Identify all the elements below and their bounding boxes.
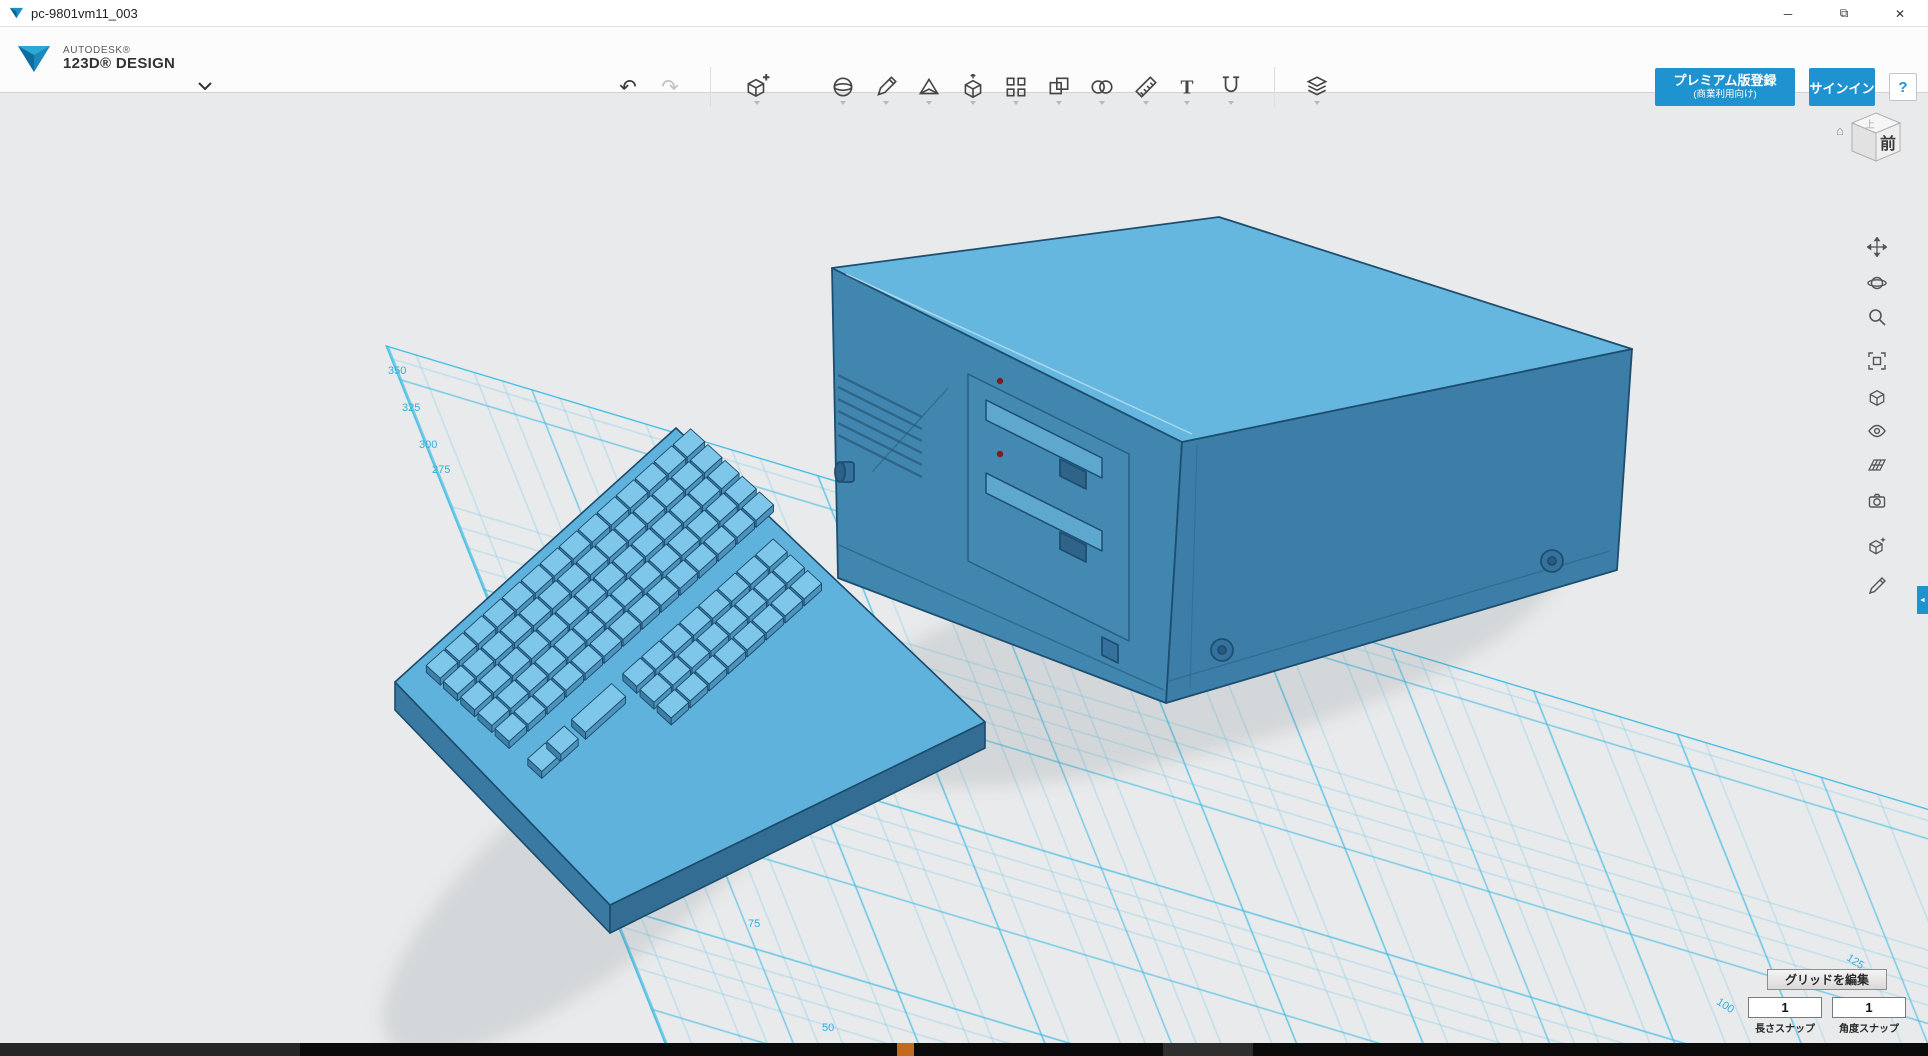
zoom-button[interactable] <box>1862 302 1892 332</box>
undo-button[interactable]: ↶ <box>610 69 646 105</box>
toolbar-separator <box>710 67 711 107</box>
add-primitive-icon <box>744 74 770 100</box>
sketch-button[interactable] <box>868 69 904 105</box>
edit-grid-button[interactable]: グリッドを編集 <box>1767 969 1887 990</box>
shading-cube-icon <box>1867 388 1887 408</box>
grouping-icon <box>1046 74 1072 100</box>
primitives-button[interactable] <box>825 69 861 105</box>
grid-label: 300 <box>419 439 437 451</box>
pattern-button[interactable] <box>998 69 1034 105</box>
minimize-button[interactable]: ─ <box>1760 0 1816 27</box>
viewcube-front-label: 前 <box>1880 134 1896 153</box>
svg-text:T: T <box>1180 78 1193 99</box>
grouping-button[interactable] <box>1041 69 1077 105</box>
annotate-pencil-icon <box>1867 576 1887 596</box>
primitives-icon <box>830 74 856 100</box>
measure-button[interactable] <box>1128 69 1164 105</box>
app-icon <box>9 6 24 21</box>
view-cube[interactable]: ⌂ 上 前 <box>1834 107 1914 179</box>
grid-edit-panel: グリッドを編集 長さスナップ 角度スナップ <box>1748 969 1906 1035</box>
snap-button[interactable] <box>1213 69 1249 105</box>
panel-collapse-tab[interactable]: ◄ <box>1917 586 1928 614</box>
3d-viewport[interactable]: 350 325 300 275 75 50 125 100 <box>0 93 1928 1043</box>
grid-label: 325 <box>402 402 420 414</box>
visibility-button[interactable] <box>1862 416 1892 446</box>
home-icon[interactable]: ⌂ <box>1836 123 1844 138</box>
zoom-icon <box>1867 307 1887 327</box>
length-snap-input[interactable] <box>1748 997 1822 1018</box>
annotate-button[interactable] <box>1862 571 1892 601</box>
drive2-led <box>997 451 1003 457</box>
grid-label: 350 <box>388 365 406 377</box>
sketch-pencil-icon <box>873 74 899 100</box>
help-button[interactable]: ? <box>1889 73 1917 101</box>
123d-logo-icon <box>14 39 54 79</box>
redo-icon: ↷ <box>661 77 679 98</box>
length-snap-label: 長さスナップ <box>1748 1020 1822 1035</box>
orbit-icon <box>1867 273 1887 293</box>
brand-product-label: 123D® DESIGN <box>63 56 175 72</box>
signin-button[interactable]: サインイン <box>1809 68 1875 106</box>
redo-button[interactable]: ↷ <box>652 69 688 105</box>
premium-sublabel: (商業利用向け) <box>1655 89 1795 101</box>
restore-button[interactable]: ⧉ <box>1816 0 1872 27</box>
materials-button[interactable] <box>1862 450 1892 480</box>
text-icon: T <box>1174 74 1200 100</box>
render-icon <box>1867 536 1887 556</box>
orbit-button[interactable] <box>1862 268 1892 298</box>
combine-button[interactable] <box>1084 69 1120 105</box>
window-title: pc-9801vm11_003 <box>31 6 138 21</box>
grid-label: 50 <box>822 1022 834 1034</box>
menu-chevron-icon[interactable] <box>198 82 212 91</box>
shading-button[interactable] <box>1862 383 1892 413</box>
camera-icon <box>1867 491 1887 511</box>
close-button[interactable]: ✕ <box>1872 0 1928 27</box>
taskbar-segment <box>1163 1043 1253 1056</box>
taskbar-segment <box>0 1043 300 1056</box>
pan-icon <box>1867 237 1887 257</box>
premium-register-button[interactable]: プレミアム版登録 (商業利用向け) <box>1655 68 1795 106</box>
undo-icon: ↶ <box>619 77 637 98</box>
modify-button[interactable] <box>955 69 991 105</box>
angle-snap-label: 角度スナップ <box>1832 1020 1906 1035</box>
scene-canvas <box>0 93 1928 1043</box>
material-layers-icon <box>1304 74 1330 100</box>
pattern-icon <box>1003 74 1029 100</box>
premium-label: プレミアム版登録 <box>1655 73 1795 89</box>
title-bar: pc-9801vm11_003 ─ ⧉ ✕ <box>0 0 1928 27</box>
drive1-led <box>997 378 1003 384</box>
viewcube-top-label: 上 <box>1865 119 1875 131</box>
grid-label: 75 <box>748 918 760 930</box>
render-button[interactable] <box>1862 531 1892 561</box>
toolbar-separator <box>1274 67 1275 107</box>
combine-icon <box>1089 74 1115 100</box>
brand-block: AUTODESK® 123D® DESIGN <box>14 39 175 79</box>
zoom-fit-icon <box>1867 351 1887 371</box>
snap-magnet-icon <box>1218 74 1244 100</box>
taskbar-app-icon <box>897 1043 914 1056</box>
measure-icon <box>1133 74 1159 100</box>
os-taskbar[interactable] <box>0 1043 1928 1056</box>
main-toolbar: AUTODESK® 123D® DESIGN ↶ ↷ <box>0 27 1928 93</box>
angle-snap-input[interactable] <box>1832 997 1906 1018</box>
construct-icon <box>916 74 942 100</box>
construct-button[interactable] <box>911 69 947 105</box>
grid-label: 275 <box>432 464 450 476</box>
material-button[interactable] <box>1299 69 1335 105</box>
text-button[interactable]: T <box>1169 69 1205 105</box>
materials-grid-icon <box>1867 455 1887 475</box>
zoom-fit-button[interactable] <box>1862 346 1892 376</box>
modify-icon <box>960 74 986 100</box>
eye-icon <box>1867 421 1887 441</box>
add-primitive-button[interactable] <box>739 69 775 105</box>
pan-button[interactable] <box>1862 232 1892 262</box>
screenshot-button[interactable] <box>1862 486 1892 516</box>
